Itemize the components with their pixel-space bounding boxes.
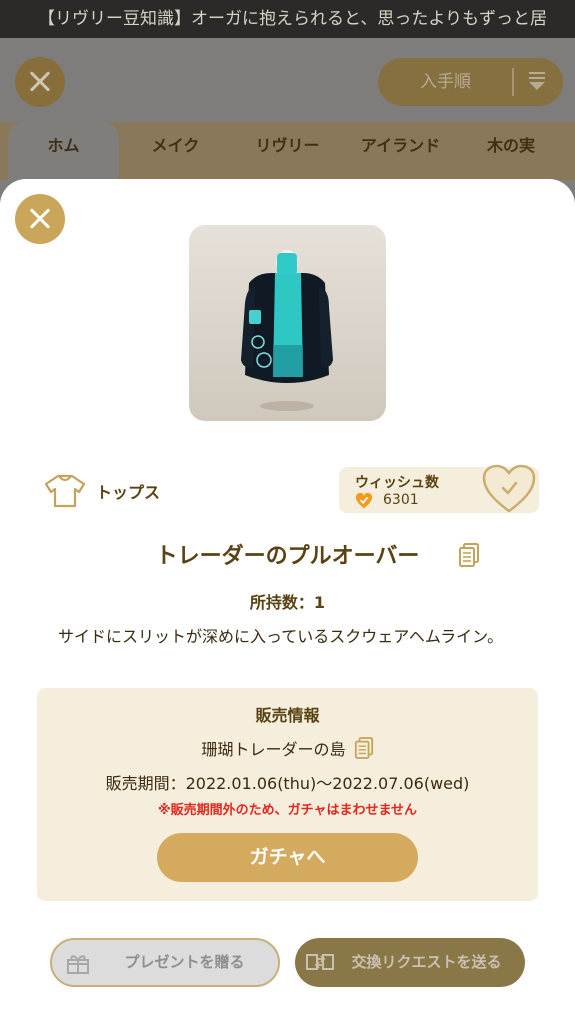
pullover-illustration xyxy=(241,250,333,411)
sale-place: 珊瑚トレーダーの島 xyxy=(201,740,346,759)
item-image xyxy=(189,225,386,421)
copy-icon[interactable] xyxy=(354,736,374,760)
sale-place-row: 珊瑚トレーダーの島 xyxy=(0,735,575,761)
sort-icon xyxy=(528,69,546,95)
item-category: トップス xyxy=(44,472,160,510)
owned-count: 所持数：1 xyxy=(249,593,326,612)
category-tabs: ホム メイク リヴリー アイランド 木の実 xyxy=(0,122,575,180)
trade-request-label: 交換リクエストを送る xyxy=(351,953,502,971)
tab-island: アイランド xyxy=(360,136,441,155)
trade-request-button[interactable]: 交換リクエストを送る xyxy=(295,938,525,987)
tab-nuts: 木の実 xyxy=(486,136,535,155)
sale-info-title: 販売情報 xyxy=(255,706,320,725)
trade-icon xyxy=(306,954,334,970)
tab-livly: リヴリー xyxy=(255,136,320,155)
sale-warning: ※販売期間外のため、ガチャはまわせません xyxy=(157,803,418,818)
item-description: サイドにスリットが深めに入っているスクウェアヘムライン。 xyxy=(58,627,504,646)
item-name: トレーダーのプルオーバー xyxy=(155,544,420,569)
background-close-icon xyxy=(15,57,65,107)
send-present-label: プレゼントを贈る xyxy=(124,953,245,971)
send-present-button[interactable]: プレゼントを贈る xyxy=(50,938,280,987)
sort-order-label: 入手順 xyxy=(420,72,471,92)
sort-divider xyxy=(512,68,514,96)
wish-label: ウィッシュ数 xyxy=(355,475,439,491)
sale-period: 販売期間：2022.01.06(thu)〜2022.07.06(wed) xyxy=(105,774,470,793)
heart-icon xyxy=(355,492,373,509)
tab-make: メイク xyxy=(151,136,200,155)
wish-count: 6301 xyxy=(383,492,419,508)
copy-icon[interactable] xyxy=(458,542,480,568)
category-label: トップス xyxy=(96,483,161,502)
tab-home: ホム xyxy=(8,122,119,180)
close-button[interactable] xyxy=(15,194,65,244)
gacha-button[interactable]: ガチャへ xyxy=(157,833,418,882)
news-ticker: 【リヴリー豆知識】オーガに抱えられると、思ったよりもずっと居 xyxy=(0,0,575,38)
sort-order-button: 入手順 xyxy=(378,58,563,106)
shirt-icon xyxy=(44,474,86,508)
wish-heart-button[interactable] xyxy=(481,463,537,515)
gift-icon xyxy=(67,955,89,974)
